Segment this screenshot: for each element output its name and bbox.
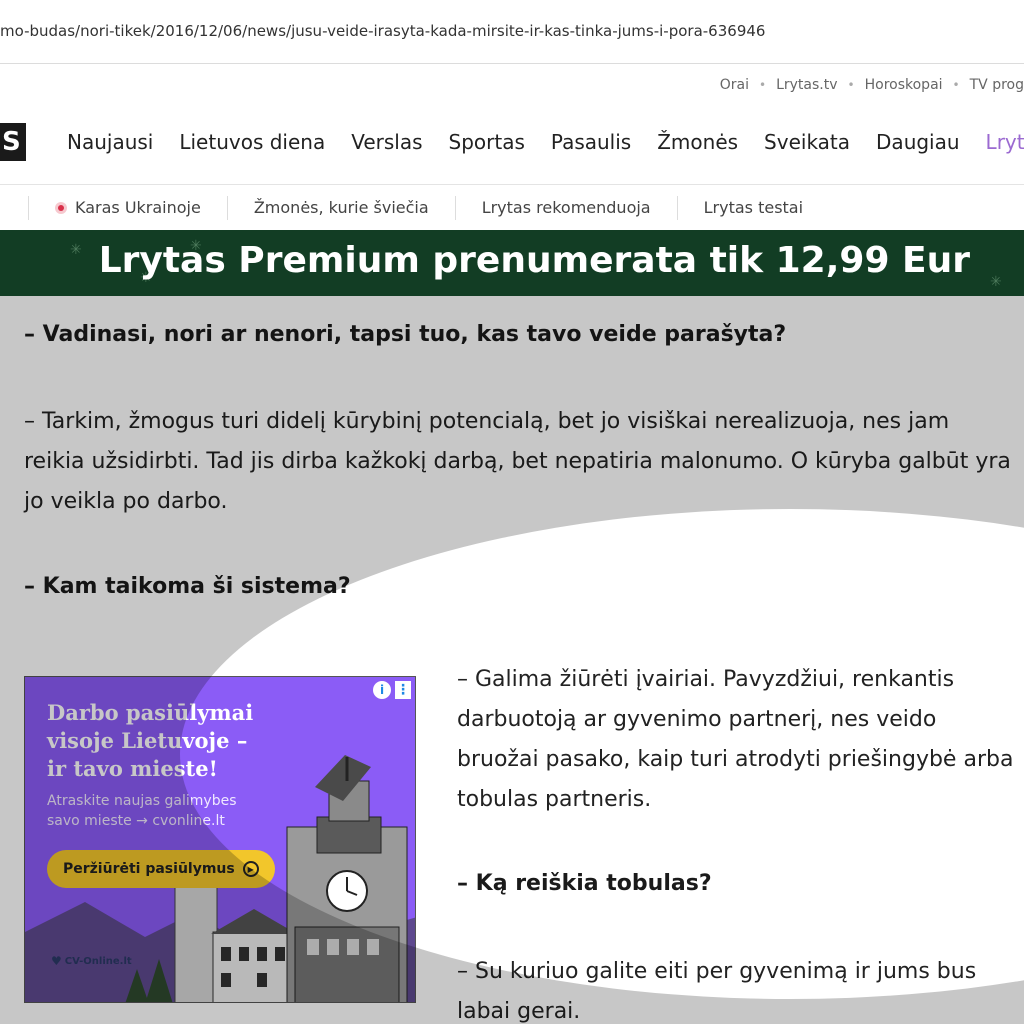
subnav-item-zmones-kurie-svieciа[interactable]: Žmonės, kurie šviečia <box>228 198 455 217</box>
nav-item-lietuvos-diena[interactable]: Lietuvos diena <box>179 130 325 160</box>
sparkle-icon: ✳ <box>990 274 1002 290</box>
nav-item-sveikata[interactable]: Sveikata <box>764 130 850 160</box>
utility-links: Orai • Lrytas.tv • Horoskopai • TV prog <box>720 74 1024 96</box>
url-text[interactable]: mo-budas/nori-tikek/2016/12/06/news/jusu… <box>0 22 765 40</box>
subnav-item-label: Lrytas testai <box>703 198 804 217</box>
ad-cta-label: Peržiūrėti pasiūlymus <box>63 861 235 877</box>
sub-nav: Karas Ukrainoje Žmonės, kurie šviečia Lr… <box>0 184 1024 230</box>
article-question: – Kam taikoma ši sistema? <box>24 574 351 599</box>
nav-item-verslas[interactable]: Verslas <box>351 130 422 160</box>
article-question: – Ką reiškia tobulas? <box>457 871 712 896</box>
sparkle-icon: ✳ <box>70 242 82 258</box>
main-nav: Naujausi Lietuvos diena Verslas Sportas … <box>67 130 1024 160</box>
live-dot-icon <box>55 201 67 214</box>
ad-brand-label: CV-Online.lt <box>64 955 132 967</box>
article-paragraph: – Su kuriuo galite eiti per gyvenimą ir … <box>457 959 977 1024</box>
advertisement[interactable]: Darbo pasiūlymai visoje Lietuvoje – ir t… <box>24 676 416 1003</box>
site-logo[interactable]: S <box>0 123 26 161</box>
separator-dot: • <box>847 78 855 92</box>
utility-link-orai[interactable]: Orai <box>720 77 749 93</box>
utility-link-lrytas-tv[interactable]: Lrytas.tv <box>776 77 837 93</box>
subnav-item-label: Lrytas rekomenduoja <box>481 198 651 217</box>
ad-headline: Darbo pasiūlymai visoje Lietuvoje – ir t… <box>47 700 254 781</box>
separator-dot: • <box>759 78 767 92</box>
nav-item-zmones[interactable]: Žmonės <box>657 130 738 160</box>
nav-item-sportas[interactable]: Sportas <box>449 130 525 160</box>
premium-banner[interactable]: ✳ ✳ ✳ ✳ Lrytas Premium prenumerata tik 1… <box>0 230 1024 296</box>
subnav-item-label: Žmonės, kurie šviečia <box>253 198 429 217</box>
address-bar[interactable]: mo-budas/nori-tikek/2016/12/06/news/jusu… <box>0 0 1024 64</box>
ad-cta-button[interactable]: Peržiūrėti pasiūlymus ▶ <box>47 850 275 888</box>
banner-text: Lrytas Premium prenumerata tik 12,99 Eur <box>98 240 970 281</box>
ad-more-icon[interactable]: ⋮ <box>395 681 411 699</box>
utility-link-tv-program[interactable]: TV prog <box>970 77 1024 93</box>
article-paragraph: – Tarkim, žmogus turi didelį kūrybinį po… <box>24 409 1011 514</box>
nav-item-lrytas-premium[interactable]: Lrytas <box>986 130 1024 160</box>
ad-info-icon[interactable]: i <box>373 681 391 699</box>
article-paragraph: – Galima žiūrėti įvairiai. Pavyzdžiui, r… <box>457 667 1014 812</box>
ad-subtext: Atraskite naujas galimybes savo mieste →… <box>47 793 237 829</box>
separator-dot: • <box>952 78 960 92</box>
nav-item-pasaulis[interactable]: Pasaulis <box>551 130 631 160</box>
utility-link-horoskopai[interactable]: Horoskopai <box>865 77 943 93</box>
article-question: – Vadinasi, nori ar nenori, tapsi tuo, k… <box>24 322 787 347</box>
subnav-item-karas-ukrainoje[interactable]: Karas Ukrainoje <box>29 198 227 217</box>
play-circle-icon: ▶ <box>242 861 259 877</box>
ad-brand-logo: ♥ CV-Online.lt <box>51 954 132 968</box>
nav-item-daugiau[interactable]: Daugiau <box>876 130 960 160</box>
nav-item-naujausi[interactable]: Naujausi <box>67 130 153 160</box>
subnav-item-lrytas-testai[interactable]: Lrytas testai <box>678 198 829 217</box>
heart-icon: ♥ <box>51 954 62 968</box>
subnav-item-label: Karas Ukrainoje <box>75 198 201 217</box>
subnav-item-lrytas-rekomenduoja[interactable]: Lrytas rekomenduoja <box>456 198 677 217</box>
